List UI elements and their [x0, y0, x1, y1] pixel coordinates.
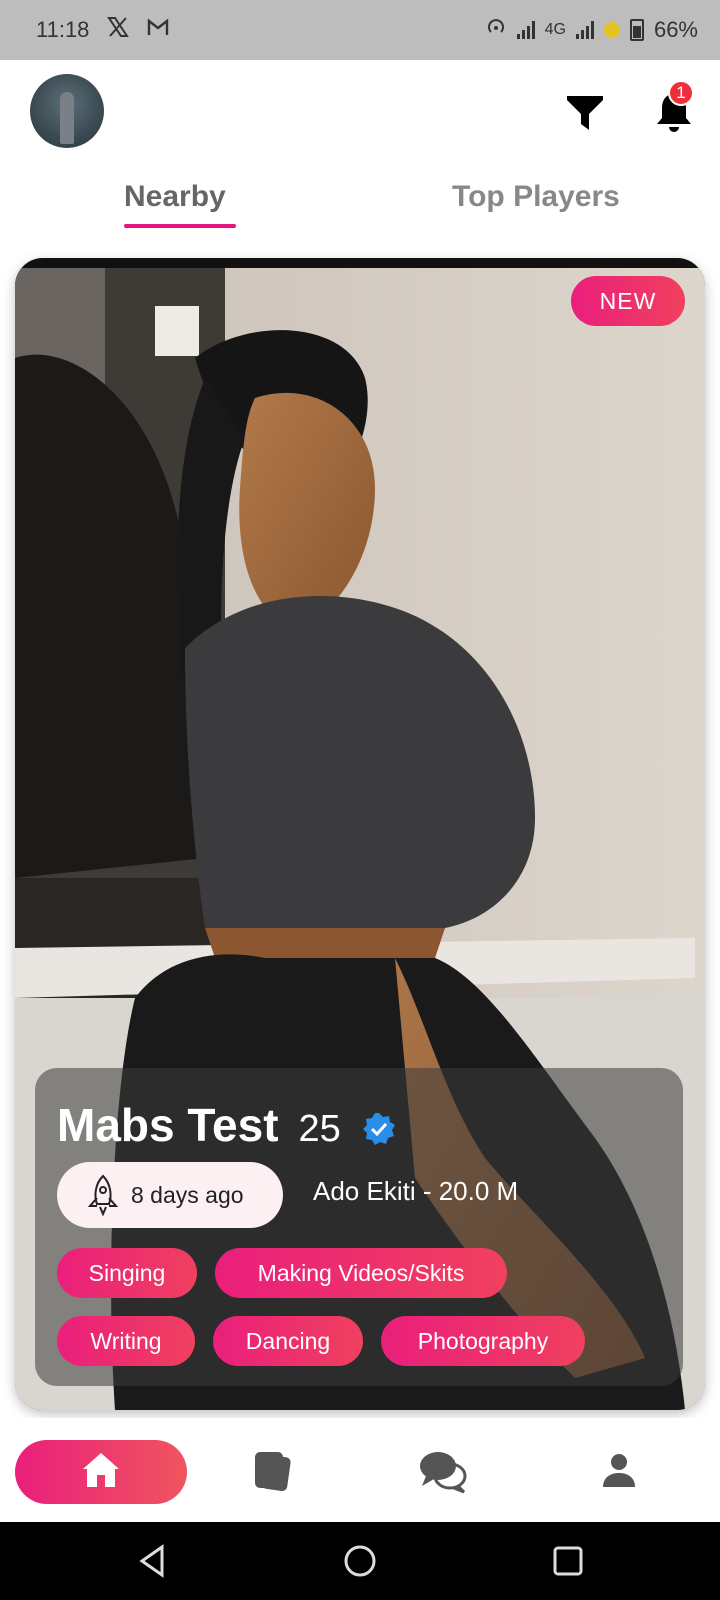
profile-icon [599, 1451, 639, 1496]
interest-chip: Writing [57, 1316, 195, 1366]
x-icon [107, 17, 130, 43]
profile-card[interactable]: NEW Mabs Test 25 8 days ago Ado Ekiti - … [15, 258, 705, 1410]
nav-profile-button[interactable] [594, 1448, 644, 1498]
chat-icon [418, 1448, 468, 1499]
signal-icon [575, 21, 594, 39]
battery-saver-icon [603, 22, 620, 38]
home-circle-icon[interactable] [340, 1541, 380, 1581]
location-distance: Ado Ekiti - 20.0 M [313, 1176, 519, 1206]
status-bar: 11:18 4G 66% [0, 0, 720, 60]
avatar[interactable] [30, 74, 104, 148]
cards-icon [249, 1448, 293, 1499]
battery-level: 66% [653, 17, 698, 42]
last-active-text: 8 days ago [131, 1181, 244, 1208]
nav-chat-button[interactable] [418, 1448, 468, 1498]
interest-chip: Making Videos/Skits [215, 1248, 507, 1298]
tab-top-players[interactable]: Top Players [452, 180, 620, 214]
verified-icon [361, 1111, 397, 1147]
hotspot-icon [485, 16, 507, 44]
signal-icon [516, 21, 535, 39]
gmail-icon [147, 18, 169, 42]
profile-age: 25 [298, 1108, 341, 1150]
back-icon[interactable] [134, 1541, 174, 1581]
system-nav-bar [0, 1522, 720, 1600]
app-header: 1 [0, 60, 720, 170]
nav-cards-button[interactable] [246, 1448, 296, 1498]
last-active-pill: 8 days ago [57, 1162, 283, 1228]
active-tab-indicator [124, 224, 236, 228]
home-icon [81, 1451, 121, 1494]
interest-chip: Dancing [213, 1316, 363, 1366]
new-badge: NEW [571, 276, 685, 326]
nav-home-button[interactable] [15, 1440, 187, 1504]
tab-nearby[interactable]: Nearby [124, 180, 226, 214]
tab-bar: Nearby Top Players [0, 170, 720, 240]
battery-icon [629, 19, 644, 41]
name-row: Mabs Test 25 [57, 1098, 397, 1152]
clock: 11:18 [36, 17, 90, 42]
notification-badge: 1 [668, 80, 694, 106]
rocket-icon [85, 1174, 121, 1217]
interest-chip: Photography [381, 1316, 585, 1366]
recents-icon[interactable] [548, 1541, 588, 1581]
profile-name: Mabs Test [57, 1099, 279, 1151]
bottom-nav [0, 1418, 720, 1522]
network-type: 4G [544, 21, 566, 38]
filter-icon[interactable] [565, 92, 605, 132]
interest-chip: Singing [57, 1248, 197, 1298]
